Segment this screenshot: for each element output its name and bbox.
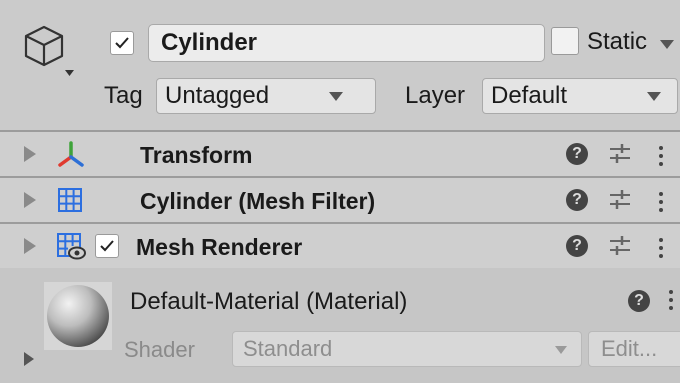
help-icon[interactable]: ? — [628, 290, 650, 312]
object-name-field[interactable]: Cylinder — [148, 24, 545, 62]
layer-dropdown[interactable]: Default — [482, 78, 678, 114]
static-checkbox[interactable] — [551, 27, 579, 55]
static-dropdown-arrow-icon[interactable] — [660, 40, 674, 49]
help-icon[interactable]: ? — [566, 235, 588, 257]
static-label: Static — [587, 28, 648, 55]
more-options-icon[interactable] — [658, 190, 664, 214]
preset-sliders-icon[interactable] — [608, 141, 632, 172]
enable-checkbox[interactable] — [95, 234, 119, 258]
checkmark-icon — [100, 240, 114, 252]
tag-value: Untagged — [165, 82, 270, 109]
shader-value: Standard — [243, 336, 333, 361]
foldout-arrow-icon[interactable] — [24, 352, 34, 366]
component-title: Mesh Renderer — [136, 234, 303, 260]
component-header-mesh-renderer[interactable]: Mesh Renderer ? — [0, 224, 680, 268]
transform-axes-icon — [56, 140, 86, 173]
component-title: Cylinder (Mesh Filter) — [140, 188, 376, 214]
foldout-arrow-icon[interactable] — [24, 192, 36, 208]
foldout-arrow-icon[interactable] — [24, 238, 36, 254]
more-options-icon[interactable] — [668, 288, 674, 312]
tag-label: Tag — [104, 82, 143, 109]
chevron-down-icon — [555, 346, 567, 354]
active-checkbox[interactable] — [110, 31, 134, 55]
preset-sliders-icon[interactable] — [608, 233, 632, 264]
shader-dropdown[interactable]: Standard — [232, 331, 582, 367]
gameobject-cube-icon[interactable] — [22, 24, 74, 86]
tag-dropdown[interactable]: Untagged — [156, 78, 376, 114]
foldout-arrow-icon[interactable] — [24, 146, 36, 162]
chevron-down-icon — [647, 92, 661, 101]
more-options-icon[interactable] — [658, 236, 664, 260]
shader-edit-button[interactable]: Edit... — [588, 331, 680, 367]
preset-sliders-icon[interactable] — [608, 187, 632, 218]
more-options-icon[interactable] — [658, 144, 664, 168]
help-icon[interactable]: ? — [566, 189, 588, 211]
shader-label: Shader — [124, 337, 195, 362]
material-preview-sphere — [44, 282, 112, 355]
layer-value: Default — [491, 82, 568, 109]
mesh-filter-grid-icon — [57, 187, 83, 218]
mesh-renderer-icon — [56, 232, 86, 267]
layer-label: Layer — [405, 82, 466, 109]
component-header-mesh-filter[interactable]: Cylinder (Mesh Filter) ? — [0, 178, 680, 222]
material-name: Default-Material (Material) — [130, 288, 408, 315]
checkmark-icon — [115, 37, 129, 49]
help-icon[interactable]: ? — [566, 143, 588, 165]
component-title: Transform — [140, 142, 253, 168]
object-name-text: Cylinder — [161, 29, 258, 56]
chevron-down-icon — [329, 92, 343, 101]
component-header-transform[interactable]: Transform ? — [0, 132, 680, 176]
